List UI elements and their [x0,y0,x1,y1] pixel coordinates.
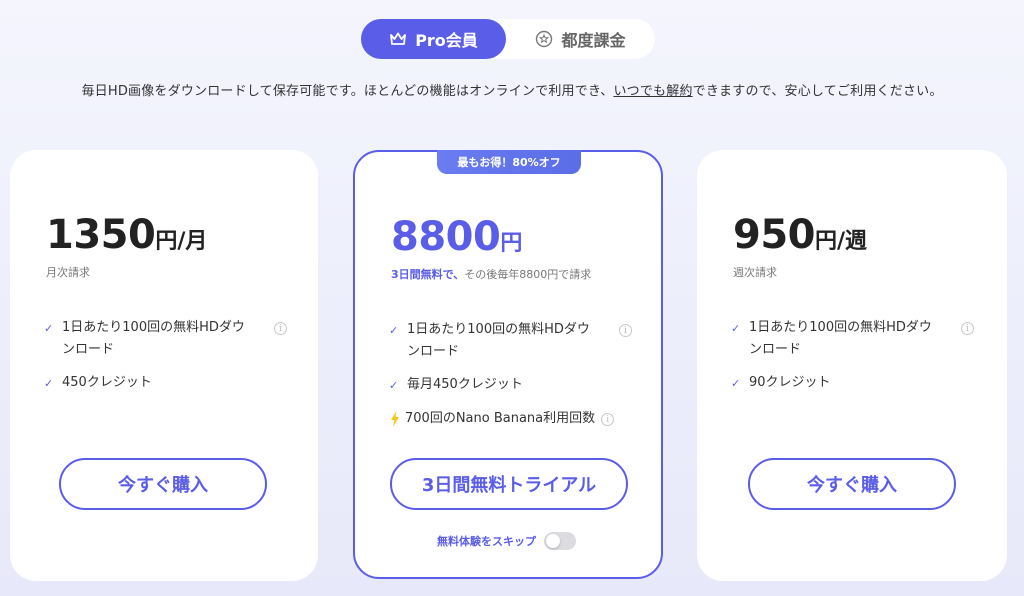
skip-trial-label: 無料体験をスキップ [437,535,536,548]
check-icon: ✓ [389,324,399,337]
plan-description: 毎日HD画像をダウンロードして保存可能です。ほとんどの機能はオンラインで利用でき… [0,80,1024,99]
price-value: 8800 [391,214,501,260]
list-item: ✓ 450クレジット [44,372,294,395]
skip-trial-row: 無料体験をスキップ [437,532,576,550]
check-icon: ✓ [731,377,741,390]
tab-once-label: 都度課金 [561,31,626,50]
list-item: ✓ 毎月450クレジット [389,374,639,397]
cancel-link[interactable]: 解約 [666,84,692,99]
price-unit: 円 [500,231,523,256]
tab-pro-label: Pro会員 [415,31,478,50]
crown-icon [390,32,407,45]
check-icon: ✓ [389,379,399,392]
buy-now-button-weekly[interactable]: 今すぐ購入 [748,458,956,510]
feature-text: 90クレジット [749,375,831,390]
feature-text: 1日あたり100回の無料HDダウンロード [62,320,245,357]
info-icon[interactable]: i [619,324,632,337]
price-yearly: 8800円 [391,214,522,260]
billing-cycle: 週次請求 [733,266,777,279]
star-circle-icon [536,30,553,48]
list-item: ✓ 1日あたり100回の無料HDダウンロード i [44,317,294,361]
info-icon[interactable]: i [961,322,974,335]
billing-cycle: 月次請求 [46,266,90,279]
best-value-badge: 最もお得！80%オフ [437,150,581,174]
feature-text: 450クレジット [62,375,152,390]
plan-card-weekly: 950円/週 週次請求 ✓ 1日あたり100回の無料HDダウンロード i ✓ 9… [697,150,1007,581]
feature-list: ✓ 1日あたり100回の無料HDダウンロード i ✓ 毎月450クレジット 70… [389,319,639,441]
info-icon[interactable]: i [601,413,615,426]
description-text: 毎日HD画像をダウンロードして保存可能です。ほとんどの機能はオンラインで利用でき… [81,84,614,99]
feature-list: ✓ 1日あたり100回の無料HDダウンロード i ✓ 450クレジット [44,317,294,406]
plan-card-yearly: 最もお得！80%オフ 8800円 3日間無料で、その後毎年8800円で請求 ✓ … [353,150,663,579]
billing-cycle: 3日間無料で、その後毎年8800円で請求 [391,266,591,282]
feature-text: 700回のNano Banana利用回数 [405,411,596,426]
check-icon: ✓ [44,377,54,390]
anytime-link[interactable]: いつでも [613,84,666,99]
price-unit: 円/週 [815,229,868,254]
tab-pay-per-use[interactable]: 都度課金 [506,19,655,59]
list-item: ✓ 1日あたり100回の無料HDダウンロード i [731,317,981,361]
toggle-knob [546,534,560,548]
list-item: ✓ 1日あたり100回の無料HDダウンロード i [389,319,639,363]
skip-trial-toggle[interactable] [544,532,576,550]
list-item: 700回のNano Banana利用回数 i [389,408,639,430]
trial-highlight: 3日間無料で、 [391,268,465,281]
billing-text: その後毎年8800円で請求 [464,268,592,281]
price-value: 950 [733,212,816,258]
tab-pro-membership[interactable]: Pro会員 [361,19,506,59]
buy-now-button-monthly[interactable]: 今すぐ購入 [59,458,267,510]
description-text-end: できますので、安心してご利用ください。 [692,84,943,99]
free-trial-button[interactable]: 3日間無料トライアル [390,458,628,510]
feature-text: 1日あたり100回の無料HDダウンロード [749,320,932,357]
plan-card-monthly: 1350円/月 月次請求 ✓ 1日あたり100回の無料HDダウンロード i ✓ … [10,150,318,581]
feature-text: 毎月450クレジット [407,377,523,392]
feature-list: ✓ 1日あたり100回の無料HDダウンロード i ✓ 90クレジット [731,317,981,406]
price-monthly: 1350円/月 [46,212,207,258]
check-icon: ✓ [44,322,54,335]
check-icon: ✓ [731,322,741,335]
price-value: 1350 [46,212,156,258]
list-item: ✓ 90クレジット [731,372,981,395]
feature-text: 1日あたり100回の無料HDダウンロード [407,322,590,359]
plan-type-switch: Pro会員 都度課金 [361,19,655,59]
info-icon[interactable]: i [274,322,287,335]
price-weekly: 950円/週 [733,212,867,258]
price-unit: 円/月 [155,229,208,254]
lightning-icon [391,411,399,427]
